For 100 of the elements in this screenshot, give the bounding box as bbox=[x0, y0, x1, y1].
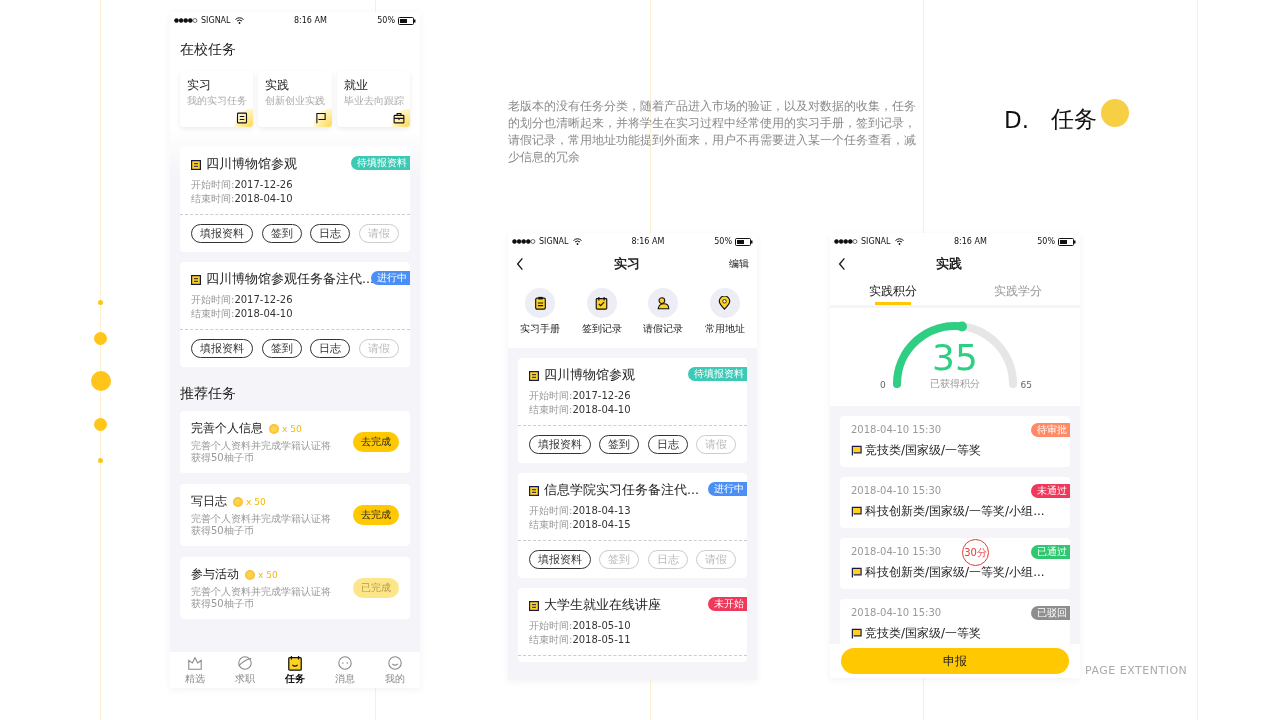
flag-icon bbox=[851, 567, 862, 578]
action-button[interactable]: 日志 bbox=[310, 224, 351, 243]
record-card[interactable]: 2018-04-10 15:30 待审批 竞技类/国家级/一等奖 bbox=[840, 416, 1070, 467]
edit-button[interactable]: 编辑 bbox=[729, 257, 749, 271]
record-title: 竞技类/国家级/一等奖 bbox=[865, 442, 982, 459]
category-card[interactable]: 就业 毕业去向跟踪 bbox=[336, 71, 410, 127]
document-icon bbox=[191, 274, 201, 285]
battery-text: 50% bbox=[1037, 237, 1055, 246]
task-title: 完善个人信息 bbox=[191, 420, 263, 437]
document-icon bbox=[529, 600, 539, 611]
task-title: 写日志 bbox=[191, 493, 227, 510]
score-value: 35 bbox=[931, 340, 979, 376]
calendar-icon bbox=[287, 654, 303, 671]
record-title: 科技创新类/国家级/一等奖/小组... bbox=[865, 564, 1045, 581]
gauge-min-label: 0 bbox=[880, 380, 886, 390]
timeline-dot bbox=[98, 300, 103, 305]
signal-icon bbox=[174, 18, 198, 23]
date-value: 2017-12-26 bbox=[234, 178, 293, 192]
date-label: 结束时间: bbox=[191, 307, 235, 321]
clipboard-icon bbox=[533, 296, 547, 310]
category-subtitle: 我的实习任务 bbox=[187, 94, 247, 108]
shortcut-button[interactable]: 实习手册 bbox=[510, 288, 570, 336]
score-caption: 已获得积分 bbox=[929, 378, 981, 390]
date-label: 结束时间: bbox=[191, 192, 235, 206]
task-title: 四川博物馆参观 bbox=[544, 367, 635, 384]
page-title: 实习 bbox=[613, 255, 640, 273]
date-value: 2018-04-10 bbox=[572, 403, 631, 417]
tab-bar-item[interactable]: 消息 bbox=[320, 652, 370, 688]
date-value: 2017-12-26 bbox=[572, 389, 631, 403]
timeline-dot bbox=[91, 371, 111, 391]
clock-text: 8:16 AM bbox=[292, 16, 328, 25]
briefcase-icon bbox=[393, 112, 405, 124]
category-card[interactable]: 实践 创新创业实践 bbox=[258, 71, 332, 127]
category-subtitle: 创新创业实践 bbox=[265, 94, 326, 108]
coin-icon bbox=[245, 569, 255, 580]
tab-bar-item[interactable]: 精选 bbox=[170, 652, 220, 688]
task-title: 大学生就业在线讲座 bbox=[544, 597, 661, 614]
chat-icon bbox=[337, 654, 353, 671]
date-label: 结束时间: bbox=[529, 633, 573, 647]
back-icon[interactable] bbox=[838, 257, 846, 271]
task-card[interactable]: 信息学院实习任务备注代... 进行中 开始时间:2018-04-13 结束时间:2018-04-15 填报资料 签到 日志 请假 bbox=[518, 473, 747, 578]
section-letter: D. bbox=[1004, 106, 1030, 133]
tab-bar-item[interactable]: 我的 bbox=[370, 652, 420, 688]
back-icon[interactable] bbox=[516, 257, 524, 271]
action-button[interactable]: 日志 bbox=[310, 339, 351, 358]
reward-text: x 50 bbox=[258, 569, 278, 580]
date-label: 开始时间: bbox=[529, 389, 573, 403]
category-title: 实习 bbox=[187, 77, 211, 94]
record-card[interactable]: 2018-04-10 15:30 30分 已通过 科技创新类/国家级/一等奖/小组... bbox=[840, 538, 1070, 589]
date-label: 开始时间: bbox=[191, 178, 235, 192]
coin-icon bbox=[269, 423, 279, 434]
shortcut-button[interactable]: 请假记录 bbox=[633, 288, 694, 336]
task-title: 参与活动 bbox=[191, 566, 239, 583]
wifi-icon bbox=[572, 238, 582, 245]
location-pin-icon bbox=[718, 296, 732, 310]
action-button[interactable]: 签到 bbox=[261, 339, 302, 358]
category-subtitle: 毕业去向跟踪 bbox=[343, 94, 404, 108]
date-label: 开始时间: bbox=[529, 619, 573, 633]
status-badge: 进行中 bbox=[708, 482, 747, 496]
complete-button[interactable]: 去完成 bbox=[353, 505, 399, 525]
battery-text: 50% bbox=[714, 237, 732, 246]
task-description: 完善个人资料并完成学籍认证将获得50柚子币 bbox=[191, 440, 331, 464]
task-card[interactable]: 四川博物馆参观 待填报资料 开始时间:2017-12-26 结束时间:2018-04-10 填报资料 签到 日志 请假 bbox=[180, 147, 410, 252]
battery-icon bbox=[735, 237, 753, 246]
record-card[interactable]: 2018-04-10 15:30 已驳回 竞技类/国家级/一等奖 bbox=[840, 599, 1070, 644]
record-card[interactable]: 2018-04-10 15:30 未通过 科技创新类/国家级/一等奖/小组... bbox=[840, 477, 1070, 528]
shortcut-button[interactable]: 签到记录 bbox=[571, 288, 632, 336]
task-card[interactable]: 四川博物馆参观任务备注代... 进行中 开始时间:2017-12-26 结束时间:2018-04-10 填报资料 签到 日志 请假 bbox=[180, 262, 410, 367]
action-button[interactable]: 签到 bbox=[261, 224, 302, 243]
task-title: 信息学院实习任务备注代... bbox=[544, 482, 699, 499]
shortcut-button[interactable]: 常用地址 bbox=[694, 288, 755, 336]
action-button[interactable]: 填报资料 bbox=[529, 550, 591, 569]
submit-button[interactable]: 申报 bbox=[841, 648, 1069, 674]
battery-icon bbox=[398, 16, 416, 25]
description-text: 老版本的没有任务分类，随着产品进入市场的验证，以及对数据的收集，任务的划分也清晰起来，并将学生在实习过程中经常使用的实习手册，签到记录，请假记录，常用地址功能提到外面来，用户不再需要进入某一个任务查看，减少信息的冗余 bbox=[508, 98, 917, 166]
date-value: 2018-05-10 bbox=[572, 619, 631, 633]
tab-bar-item[interactable]: 任务 bbox=[270, 652, 320, 688]
task-card[interactable]: 四川博物馆参观 待填报资料 开始时间:2017-12-26 结束时间:2018-04-10 填报资料 签到 日志 请假 bbox=[518, 358, 747, 463]
flag-icon bbox=[851, 506, 862, 517]
status-badge: 已驳回 bbox=[1031, 606, 1070, 620]
action-button[interactable]: 签到 bbox=[599, 435, 640, 454]
complete-button[interactable]: 去完成 bbox=[353, 432, 399, 452]
category-card[interactable]: 实习 我的实习任务 bbox=[180, 71, 254, 127]
action-button[interactable]: 填报资料 bbox=[529, 435, 591, 454]
footer-text: PAGE EXTENTION bbox=[1085, 664, 1188, 677]
record-time: 2018-04-10 15:30 bbox=[851, 546, 942, 557]
reward-text: x 50 bbox=[246, 496, 266, 507]
task-card[interactable]: 大学生就业在线讲座 未开始 开始时间:2018-05-10 结束时间:2018-05-11 bbox=[518, 588, 747, 662]
action-button[interactable]: 填报资料 bbox=[191, 339, 253, 358]
tab-bar-item[interactable]: 求职 bbox=[220, 652, 270, 688]
section-heading: 推荐任务 bbox=[180, 385, 236, 403]
record-title: 竞技类/国家级/一等奖 bbox=[865, 625, 982, 642]
battery-text: 50% bbox=[377, 16, 395, 25]
notebook-icon bbox=[236, 112, 249, 124]
score-stamp: 30分 bbox=[962, 539, 989, 566]
carrier-text: SIGNAL bbox=[539, 237, 569, 246]
action-button[interactable]: 填报资料 bbox=[191, 224, 253, 243]
date-label: 开始时间: bbox=[529, 504, 573, 518]
action-button[interactable]: 日志 bbox=[647, 435, 688, 454]
timeline-dot bbox=[94, 332, 107, 345]
